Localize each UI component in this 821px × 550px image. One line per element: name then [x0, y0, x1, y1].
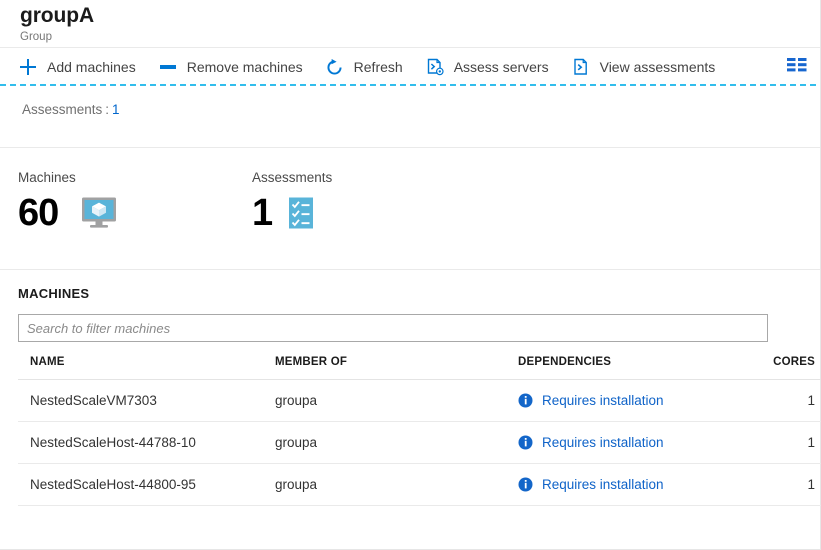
add-machines-button[interactable]: Add machines	[18, 50, 136, 84]
cell-machine-name: NestedScaleHost-44800-95	[18, 463, 275, 506]
page-subtitle: Group	[20, 31, 52, 43]
assessments-tile-label: Assessments	[252, 170, 333, 185]
cell-dependencies: Requires installation	[518, 379, 748, 422]
assessments-count: 1	[252, 192, 273, 234]
summary-tiles: Machines 60 Assessments 1	[0, 148, 820, 270]
blade-header: groupA Group	[0, 0, 820, 48]
page-title: groupA	[20, 4, 95, 27]
grid-view-toggle-button[interactable]	[780, 50, 814, 84]
table-row[interactable]: NestedScaleHost-44800-95 groupa Requires…	[18, 463, 821, 506]
dependencies-status: Requires installation	[518, 435, 748, 450]
cell-machine-name: NestedScaleHost-44788-10	[18, 421, 275, 464]
dependencies-link[interactable]: Requires installation	[542, 435, 664, 450]
remove-machines-button[interactable]: Remove machines	[158, 50, 303, 84]
column-header-cores[interactable]: CORES	[748, 356, 821, 380]
cell-machine-name: NestedScaleVM7303	[18, 379, 275, 422]
dependencies-status: Requires installation	[518, 477, 748, 492]
remove-machines-label: Remove machines	[186, 59, 303, 75]
info-icon	[518, 435, 533, 450]
table-header-row: NAME MEMBER OF DEPENDENCIES CORES	[18, 356, 821, 380]
cell-member-of: groupa	[275, 463, 518, 506]
assess-servers-icon	[425, 57, 445, 77]
column-header-name[interactable]: NAME	[18, 356, 275, 380]
column-header-member-of[interactable]: MEMBER OF	[275, 356, 518, 380]
add-machines-label: Add machines	[47, 59, 136, 75]
grid-view-icon	[786, 56, 808, 79]
assess-servers-label: Assess servers	[453, 59, 549, 75]
refresh-button[interactable]: Refresh	[325, 50, 403, 84]
refresh-label: Refresh	[353, 59, 403, 75]
refresh-icon	[325, 57, 345, 77]
machines-section-title: MACHINES	[18, 286, 90, 301]
info-icon	[518, 393, 533, 408]
assessments-tile[interactable]: Assessments 1	[252, 170, 332, 269]
plus-icon	[18, 57, 38, 77]
cell-member-of: groupa	[275, 379, 518, 422]
view-assessments-label: View assessments	[599, 59, 716, 75]
cell-cores: 1	[748, 421, 821, 464]
cell-cores: 1	[748, 463, 821, 506]
assessments-tile-body: 1	[252, 192, 332, 234]
machines-table-body: NestedScaleVM7303 groupa Requires instal…	[18, 379, 821, 506]
machines-tile-label: Machines	[18, 170, 76, 185]
cell-cores: 1	[748, 379, 821, 422]
view-assessments-icon	[571, 57, 591, 77]
assessments-property: Assessments:1	[22, 102, 820, 117]
assess-servers-button[interactable]: Assess servers	[425, 50, 549, 84]
machines-table: NAME MEMBER OF DEPENDENCIES CORES Nested…	[18, 356, 821, 506]
machines-section: MACHINES NAME MEMBER OF DEPENDENCIES COR…	[0, 270, 821, 506]
dependencies-link[interactable]: Requires installation	[542, 393, 664, 408]
table-row[interactable]: NestedScaleHost-44788-10 groupa Requires…	[18, 421, 821, 464]
table-row[interactable]: NestedScaleVM7303 groupa Requires instal…	[18, 379, 821, 422]
column-header-dependencies[interactable]: DEPENDENCIES	[518, 356, 748, 380]
info-icon	[518, 477, 533, 492]
group-details-blade: groupA Group Add machines Remove machine…	[0, 0, 821, 550]
machines-table-header: NAME MEMBER OF DEPENDENCIES CORES	[18, 356, 821, 380]
cell-dependencies: Requires installation	[518, 463, 748, 506]
assessments-property-label: Assessments	[22, 102, 103, 117]
monitor-cube-icon	[80, 196, 118, 230]
machines-count: 60	[18, 192, 59, 234]
dependencies-status: Requires installation	[518, 393, 748, 408]
search-input[interactable]	[18, 314, 768, 342]
cell-dependencies: Requires installation	[518, 421, 748, 464]
machines-tile-body: 60	[18, 192, 252, 234]
machines-tile[interactable]: Machines 60	[18, 170, 252, 269]
minus-icon	[158, 57, 178, 77]
dependencies-link[interactable]: Requires installation	[542, 477, 664, 492]
view-assessments-button[interactable]: View assessments	[571, 50, 716, 84]
assessments-property-value[interactable]: 1	[112, 102, 120, 117]
properties-strip: Assessments:1	[0, 86, 820, 148]
assessments-property-separator: :	[105, 102, 110, 117]
checklist-icon	[286, 196, 316, 230]
cell-member-of: groupa	[275, 421, 518, 464]
command-bar: Add machines Remove machines Refresh Ass…	[0, 48, 820, 86]
